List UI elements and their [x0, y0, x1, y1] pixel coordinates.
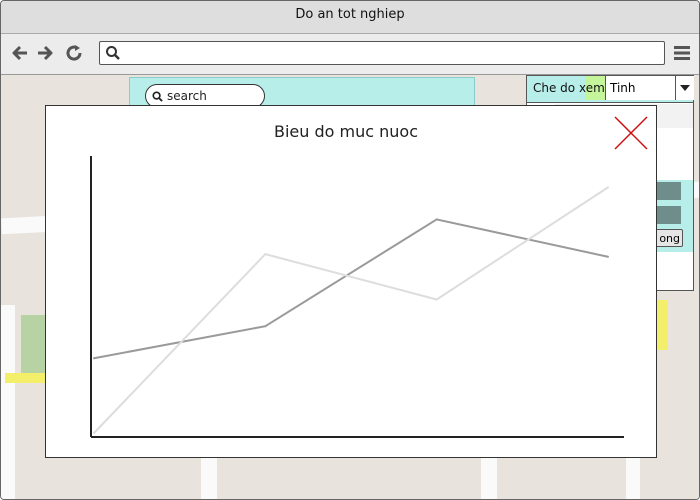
chevron-down-icon: [675, 76, 694, 100]
view-mode-bar: Che do xem: Tinh: [527, 76, 694, 103]
menu-button[interactable]: [671, 42, 693, 64]
search-icon: [152, 90, 163, 102]
data-point: [93, 357, 95, 360]
view-mode-label: Che do xem:: [533, 81, 609, 95]
forward-button[interactable]: [34, 42, 56, 64]
map-road: [481, 455, 497, 499]
data-point: [264, 253, 267, 256]
data-point: [607, 255, 609, 258]
reload-icon: [66, 45, 82, 61]
search-placeholder: search: [167, 89, 207, 103]
list-block: [655, 182, 681, 200]
title-bar: Do an tot nghiep: [1, 1, 699, 34]
arrow-left-icon: [12, 45, 27, 61]
data-point: [93, 432, 95, 434]
nav-bar: [1, 34, 699, 75]
series-line-2: [93, 186, 609, 434]
back-button[interactable]: [9, 42, 31, 64]
map-highway: [5, 373, 45, 383]
series-line-1: [93, 218, 609, 360]
browser-window: Do an tot nghiep search Che do xem: Tinh…: [0, 0, 700, 500]
data-point: [435, 218, 438, 221]
map-road: [626, 455, 640, 499]
map-road: [1, 305, 15, 499]
map-road: [201, 455, 217, 499]
window-title: Do an tot nghiep: [295, 7, 405, 22]
list-block: [655, 206, 681, 224]
map-highway: [656, 300, 668, 350]
view-mode-value: Tinh: [610, 81, 636, 95]
data-point: [607, 186, 609, 189]
data-point: [435, 298, 438, 301]
hamburger-menu-icon: [674, 46, 690, 60]
arrow-right-icon: [38, 45, 53, 61]
search-icon: [106, 46, 120, 60]
view-mode-select[interactable]: Tinh: [605, 76, 694, 100]
reload-button[interactable]: [63, 42, 85, 64]
data-point: [264, 325, 267, 328]
url-bar[interactable]: [99, 41, 665, 65]
chart-modal: Bieu do muc nuoc: [45, 105, 657, 458]
water-level-chart: [90, 156, 624, 438]
side-button-label: ong: [659, 231, 680, 245]
